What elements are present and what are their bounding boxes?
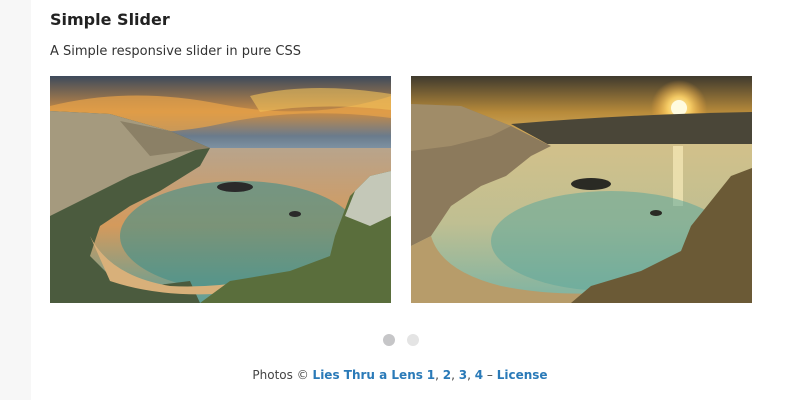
license-link[interactable]: License [497,368,548,382]
left-gutter [0,0,31,400]
slider-dot-2[interactable] [407,334,419,346]
slider-dots [383,334,419,346]
author-link[interactable]: Lies Thru a Lens [313,368,423,382]
credits-prefix: Photos © [252,368,313,382]
slide-image-2 [411,76,752,303]
slider-dot-1[interactable] [383,334,395,346]
photo-link-1[interactable]: 1 [427,368,435,382]
photo-link-2[interactable]: 2 [443,368,451,382]
dash: – [483,368,497,382]
separator: , [467,368,475,382]
photo-credits: Photos © Lies Thru a Lens 1, 2, 3, 4 – L… [0,368,800,382]
photo-link-4[interactable]: 4 [475,368,483,382]
page-subtitle: A Simple responsive slider in pure CSS [50,44,301,59]
slide-image-1 [50,76,391,303]
separator: , [451,368,459,382]
page-title: Simple Slider [50,10,170,29]
separator: , [435,368,443,382]
photo-link-3[interactable]: 3 [459,368,467,382]
